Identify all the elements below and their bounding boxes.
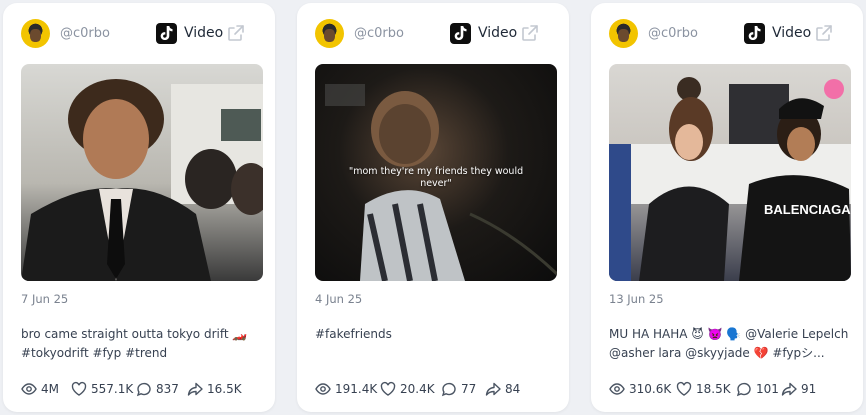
author-handle[interactable]: @c0rbo [648, 26, 698, 41]
content-type-label: Video [184, 25, 224, 41]
heart-icon [676, 381, 692, 396]
post-date: 4 Jun 25 [315, 292, 363, 306]
post-caption: bro came straight outta tokyo drift 🏎️ #… [21, 327, 248, 360]
tiktok-icon [156, 23, 177, 44]
comments-count: 77 [461, 382, 477, 396]
share-icon [781, 382, 797, 396]
video-thumbnail[interactable]: "mom they're my friends they would never… [315, 64, 557, 281]
svg-text:BALENCIAGA: BALENCIAGA [764, 202, 851, 217]
avatar[interactable] [315, 19, 344, 48]
tiktok-icon [744, 23, 765, 44]
views-count: 4M [41, 382, 59, 396]
shares-count: 91 [801, 382, 817, 396]
likes-count: 18.5K [696, 382, 731, 396]
comments-count: 837 [156, 382, 179, 396]
author-handle[interactable]: @c0rbo [60, 26, 110, 41]
card-header: @c0rbo Video [297, 19, 569, 49]
share-icon [485, 382, 501, 396]
eye-icon [315, 383, 331, 395]
views-count: 191.4K [335, 382, 378, 396]
shares-count: 84 [505, 382, 521, 396]
share-icon [187, 382, 203, 396]
external-link-icon[interactable] [226, 23, 246, 43]
post-caption: #fakefriends [315, 327, 392, 341]
post-card[interactable]: @c0rbo Video "mom they're my friends the… [297, 3, 569, 412]
likes-count: 557.1K [91, 382, 134, 396]
heart-icon [71, 381, 87, 396]
video-thumbnail[interactable] [21, 64, 263, 281]
video-overlay-text: "mom they're my friends they would never… [348, 166, 524, 189]
post-caption: MU HA HAHA 😈 👿 🗣️ @Valerie Lepelch @ashe… [609, 327, 849, 360]
post-card[interactable]: @c0rbo Video BALENCIAGA 13 Jun 25 MU HA … [591, 3, 863, 412]
post-card[interactable]: @c0rbo Video 7 Jun 25 bro came straight … [3, 3, 275, 412]
author-handle[interactable]: @c0rbo [354, 26, 404, 41]
tiktok-icon [450, 23, 471, 44]
avatar[interactable] [21, 19, 50, 48]
likes-count: 20.4K [400, 382, 435, 396]
stats-row: 4M 557.1K 837 16.5K [21, 380, 265, 398]
shares-count: 16.5K [207, 382, 242, 396]
stats-row: 310.6K 18.5K 101 91 [609, 380, 853, 398]
eye-icon [21, 383, 37, 395]
card-header: @c0rbo Video [3, 19, 275, 49]
comment-icon [736, 382, 751, 397]
post-date: 7 Jun 25 [21, 292, 69, 306]
post-date: 13 Jun 25 [609, 292, 664, 306]
content-type-label: Video [478, 25, 518, 41]
comments-count: 101 [756, 382, 779, 396]
content-type-label: Video [772, 25, 812, 41]
comment-icon [441, 382, 456, 397]
comment-icon [136, 382, 151, 397]
card-header: @c0rbo Video [591, 19, 863, 49]
external-link-icon[interactable] [814, 23, 834, 43]
heart-icon [380, 381, 396, 396]
eye-icon [609, 383, 625, 395]
external-link-icon[interactable] [520, 23, 540, 43]
stats-row: 191.4K 20.4K 77 84 [315, 380, 559, 398]
video-thumbnail[interactable]: BALENCIAGA [609, 64, 851, 281]
views-count: 310.6K [629, 382, 672, 396]
avatar[interactable] [609, 19, 638, 48]
